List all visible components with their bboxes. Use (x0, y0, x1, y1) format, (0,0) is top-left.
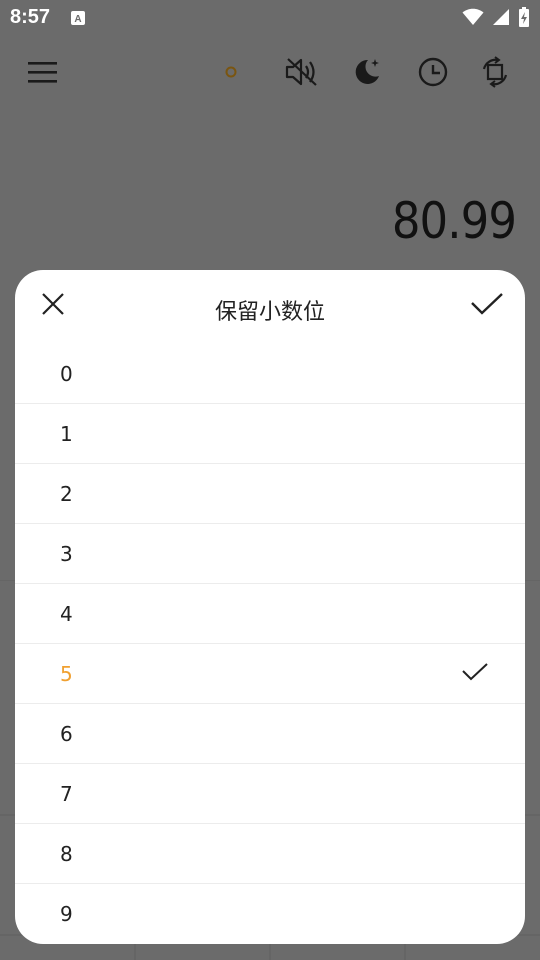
sound-off-icon (285, 58, 317, 86)
svg-text:A: A (74, 14, 81, 25)
option-label: 0 (60, 361, 73, 386)
app-toolbar (0, 44, 540, 100)
menu-icon (28, 62, 57, 83)
history-button[interactable] (411, 50, 455, 94)
option-label: 7 (60, 781, 73, 806)
option-row-1[interactable]: 1 (15, 404, 525, 464)
option-label: 2 (60, 481, 73, 506)
option-label: 4 (60, 601, 73, 626)
system-icons (462, 6, 530, 28)
history-clock-icon (418, 57, 448, 87)
option-label: 9 (60, 902, 73, 926)
option-row-4[interactable]: 4 (15, 584, 525, 644)
sheet-header: 保留小数位 (15, 270, 525, 344)
option-label: 6 (60, 721, 73, 746)
wifi-icon (462, 8, 484, 25)
option-label: 8 (60, 841, 73, 866)
night-mode-button[interactable] (345, 50, 389, 94)
option-row-9[interactable]: 9 (15, 884, 525, 944)
status-time: 8:57 (10, 6, 51, 28)
rotate-screen-icon (482, 56, 508, 88)
option-row-5[interactable]: 5 (15, 644, 525, 704)
sheet-title: 保留小数位 (214, 300, 325, 325)
option-row-3[interactable]: 3 (15, 524, 525, 584)
status-indicator (209, 50, 253, 94)
option-row-2[interactable]: 2 (15, 464, 525, 524)
keyboard-a-icon: A (71, 11, 85, 25)
option-row-7[interactable]: 7 (15, 764, 525, 824)
indicator-dot-icon (225, 66, 237, 78)
option-row-8[interactable]: 8 (15, 824, 525, 884)
sound-toggle-button[interactable] (280, 50, 324, 94)
check-icon (471, 293, 503, 315)
signal-icon (493, 9, 509, 25)
option-label: 3 (60, 541, 73, 566)
status-bar: 8:57 A (0, 0, 540, 36)
decimal-options-list: 0 1 2 3 4 5 6 7 8 9 (15, 344, 525, 944)
option-row-6[interactable]: 6 (15, 704, 525, 764)
decimal-places-sheet: 保留小数位 0 1 2 3 4 5 6 7 8 9 (15, 270, 525, 944)
selected-check-icon (462, 663, 488, 681)
confirm-button[interactable] (469, 288, 505, 320)
night-mode-icon (355, 59, 379, 84)
battery-charging-icon (519, 7, 529, 27)
option-label-selected: 5 (60, 661, 73, 686)
option-label: 1 (60, 421, 73, 446)
option-row-0[interactable]: 0 (15, 344, 525, 404)
menu-button[interactable] (21, 50, 65, 94)
rotate-screen-button[interactable] (473, 50, 517, 94)
calculator-display: 80.99 (391, 192, 517, 250)
